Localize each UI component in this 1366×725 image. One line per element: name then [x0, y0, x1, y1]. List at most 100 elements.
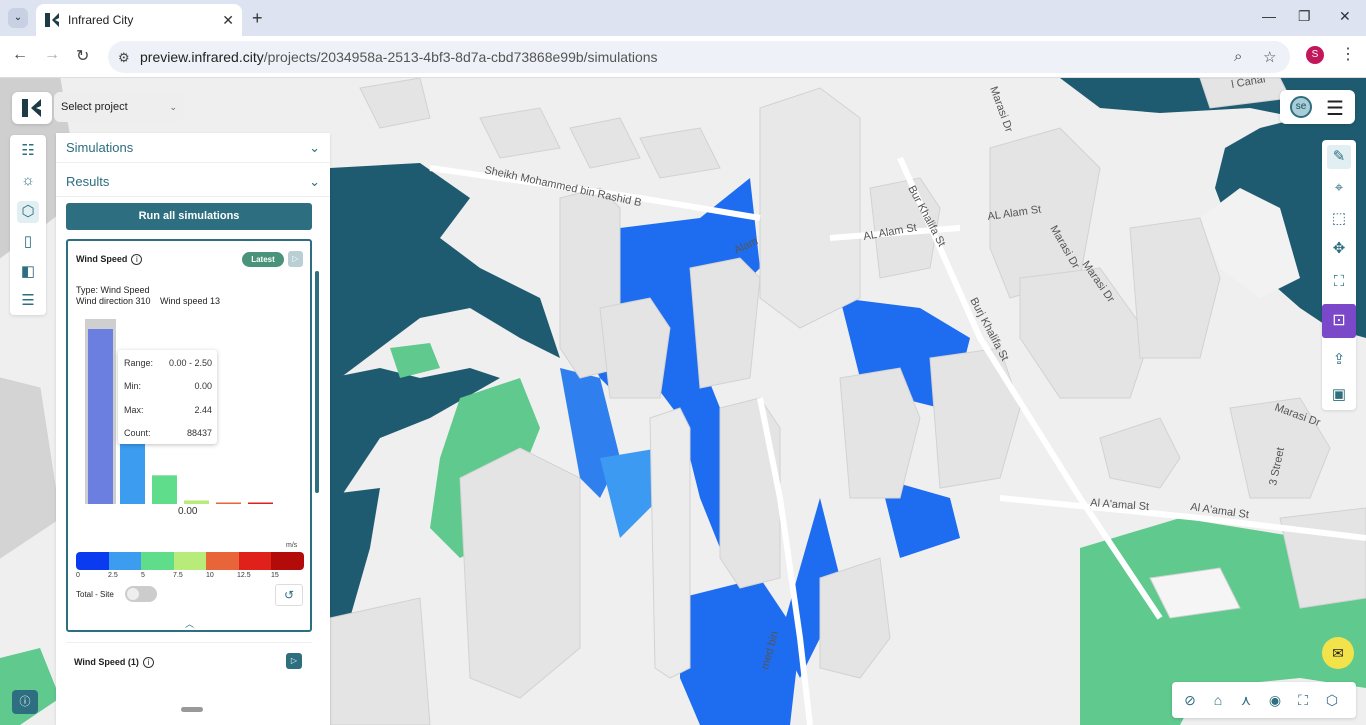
panel-scrollbar[interactable] [314, 263, 320, 703]
accordion-simulations[interactable]: Simulations ⌄ [56, 133, 330, 163]
new-tab-button[interactable]: + [252, 8, 263, 29]
minimize-icon[interactable]: — [1262, 8, 1276, 24]
save-icon[interactable]: ▣ [1327, 383, 1351, 407]
left-toolbar: ☷ ☼ ⬡ ▯ ◧ ☰ [10, 135, 46, 315]
info-icon[interactable]: i [131, 254, 143, 265]
reload-icon[interactable]: ↻ [76, 46, 89, 66]
chevron-up-icon[interactable]: ︿ [185, 617, 194, 630]
sliders-icon[interactable]: ☷ [17, 140, 39, 162]
simulation-panel: Simulations ⌄ Results ⌄ Run all simulati… [56, 133, 330, 725]
total-site-toggle[interactable] [125, 586, 157, 602]
legend-swatch-3 [173, 552, 207, 570]
info-icon[interactable]: i [142, 657, 154, 668]
compare-icon[interactable]: ◧ [17, 261, 39, 283]
tt-count-value: 88437 [186, 428, 212, 438]
latest-badge: Latest [242, 252, 284, 267]
browser-tab-strip: ⌄ Infrared City ✕ + — ❐ ✕ [0, 0, 1366, 36]
legend-tick: 0 [76, 572, 80, 579]
select-area-icon[interactable]: ⬚ [1327, 207, 1351, 231]
app-logo[interactable] [12, 92, 52, 124]
project-select[interactable]: Select project ⌄ [54, 92, 184, 122]
wind-speed: Wind speed 13 [160, 296, 221, 306]
url-path: /projects/2034958a-2513-4bf3-8d7a-cbd738… [263, 49, 658, 65]
hamburger-menu-icon[interactable]: ☰ [1326, 96, 1344, 121]
run-all-simulations-button[interactable]: Run all simulations [66, 203, 312, 230]
play-icon[interactable]: ▷ [286, 653, 302, 669]
robot-icon[interactable]: ⊡ [1322, 304, 1356, 338]
scrollbar-thumb[interactable] [315, 271, 319, 493]
result-card-wind-speed-1[interactable]: Wind Speed (1) i ▷ [66, 642, 312, 692]
wind-direction: Wind direction 310 [76, 296, 151, 306]
url-field[interactable]: preview.infrared.city/projects/2034958a-… [108, 41, 1290, 73]
chevron-down-icon: ⌄ [169, 101, 177, 112]
close-window-icon[interactable]: ✕ [1339, 8, 1351, 25]
total-site-label: Total - Site [76, 590, 114, 599]
tt-range-label: Range: [124, 358, 154, 368]
type-line: Type: Wind Speed [76, 285, 150, 295]
maximize-icon[interactable]: ❐ [1298, 8, 1311, 25]
legend-swatch-2 [141, 552, 174, 570]
layers-icon[interactable]: ▯ [17, 231, 39, 253]
compass-icon[interactable]: ⊘ [1180, 690, 1200, 710]
play-icon[interactable]: ▷ [288, 251, 303, 267]
infrared-logo-icon [22, 99, 41, 117]
info-button[interactable]: ⓘ [12, 690, 38, 714]
screenshot-icon[interactable]: ⛶ [1293, 690, 1313, 710]
card-title-text: Wind Speed [76, 254, 128, 264]
right-toolbar: ✎ ⌖ ⬚ ✥ ⛶ ⊡ ⇪ ▣ [1322, 140, 1356, 410]
cube-view-icon[interactable]: ⬡ [1322, 690, 1342, 710]
bookmark-star-icon[interactable]: ☆ [1263, 48, 1276, 66]
sun-icon[interactable]: ☼ [17, 170, 39, 192]
map-viewport[interactable]: Sheikh Mohammed bin Rashid B AL Alam St … [0, 78, 1366, 725]
location-pin-icon[interactable]: ⌖ [1327, 176, 1351, 200]
move-icon[interactable]: ✥ [1327, 237, 1351, 261]
focus-icon[interactable]: ⛶ [1327, 270, 1351, 294]
close-tab-icon[interactable]: ✕ [222, 12, 234, 29]
report-icon[interactable]: ☰ [17, 290, 39, 312]
accordion-results-label: Results [66, 174, 110, 189]
histogram-bar-12.5-15[interactable] [248, 502, 273, 505]
tt-max-value: 2.44 [194, 405, 212, 415]
tab-search-button[interactable]: ⌄ [8, 8, 28, 28]
tt-max-label: Max: [124, 405, 144, 415]
reset-icon[interactable]: ↺ [275, 584, 303, 606]
site-info-icon[interactable]: ⚙ [118, 50, 130, 66]
drag-handle[interactable] [181, 707, 203, 712]
eye-icon[interactable]: ◉ [1265, 690, 1285, 710]
tab-title: Infrared City [68, 13, 134, 27]
back-arrow-icon[interactable]: ← [12, 46, 28, 64]
histogram-bar-10-12.5[interactable] [216, 502, 241, 505]
chat-icon[interactable]: ✉ [1322, 637, 1354, 669]
user-menu-box: se ☰ [1280, 90, 1355, 124]
forward-arrow-icon[interactable]: → [44, 46, 60, 64]
user-avatar[interactable]: se [1290, 96, 1312, 118]
accordion-simulations-label: Simulations [66, 140, 134, 155]
legend-swatch-4 [206, 552, 239, 570]
view-toolbar: ⊘ ⌂ ⋏ ◉ ⛶ ⬡ [1172, 682, 1356, 718]
card-title: Wind Speed i [76, 254, 143, 265]
cube-icon[interactable]: ⬡ [17, 201, 39, 223]
chevron-down-icon: ⌄ [309, 139, 320, 155]
result-card-wind-speed[interactable]: Wind Speed i Latest ▷ Type: Wind Speed Wi… [66, 239, 312, 632]
pencil-icon[interactable]: ✎ [1327, 145, 1351, 169]
legend-tick: 15 [271, 572, 279, 579]
home-icon[interactable]: ⌂ [1208, 690, 1228, 710]
legend-unit: m/s [286, 542, 298, 549]
legend-swatch-6 [271, 552, 304, 570]
zoom-icon[interactable]: ⌕ [1234, 48, 1242, 65]
histogram-bar-0-2.5[interactable] [88, 329, 113, 504]
project-select-label: Select project [61, 101, 128, 113]
browser-tab[interactable]: Infrared City ✕ [36, 4, 242, 36]
histogram-bar-5-7.5[interactable] [152, 475, 177, 504]
tt-range-value: 0.00 - 2.50 [168, 358, 212, 368]
legend-tick: 5 [141, 572, 145, 579]
histogram-bar-7.5-10[interactable] [184, 500, 209, 504]
card-title-text: Wind Speed (1) [74, 657, 139, 667]
axes-icon[interactable]: ⋏ [1236, 690, 1256, 710]
legend-swatch-1 [108, 552, 142, 570]
profile-avatar[interactable]: S [1306, 46, 1324, 64]
upload-icon[interactable]: ⇪ [1327, 348, 1351, 372]
histogram-value-label: 0.00 [178, 506, 198, 517]
browser-menu-icon[interactable]: ⋮ [1340, 44, 1356, 64]
accordion-results[interactable]: Results ⌄ [56, 167, 330, 197]
